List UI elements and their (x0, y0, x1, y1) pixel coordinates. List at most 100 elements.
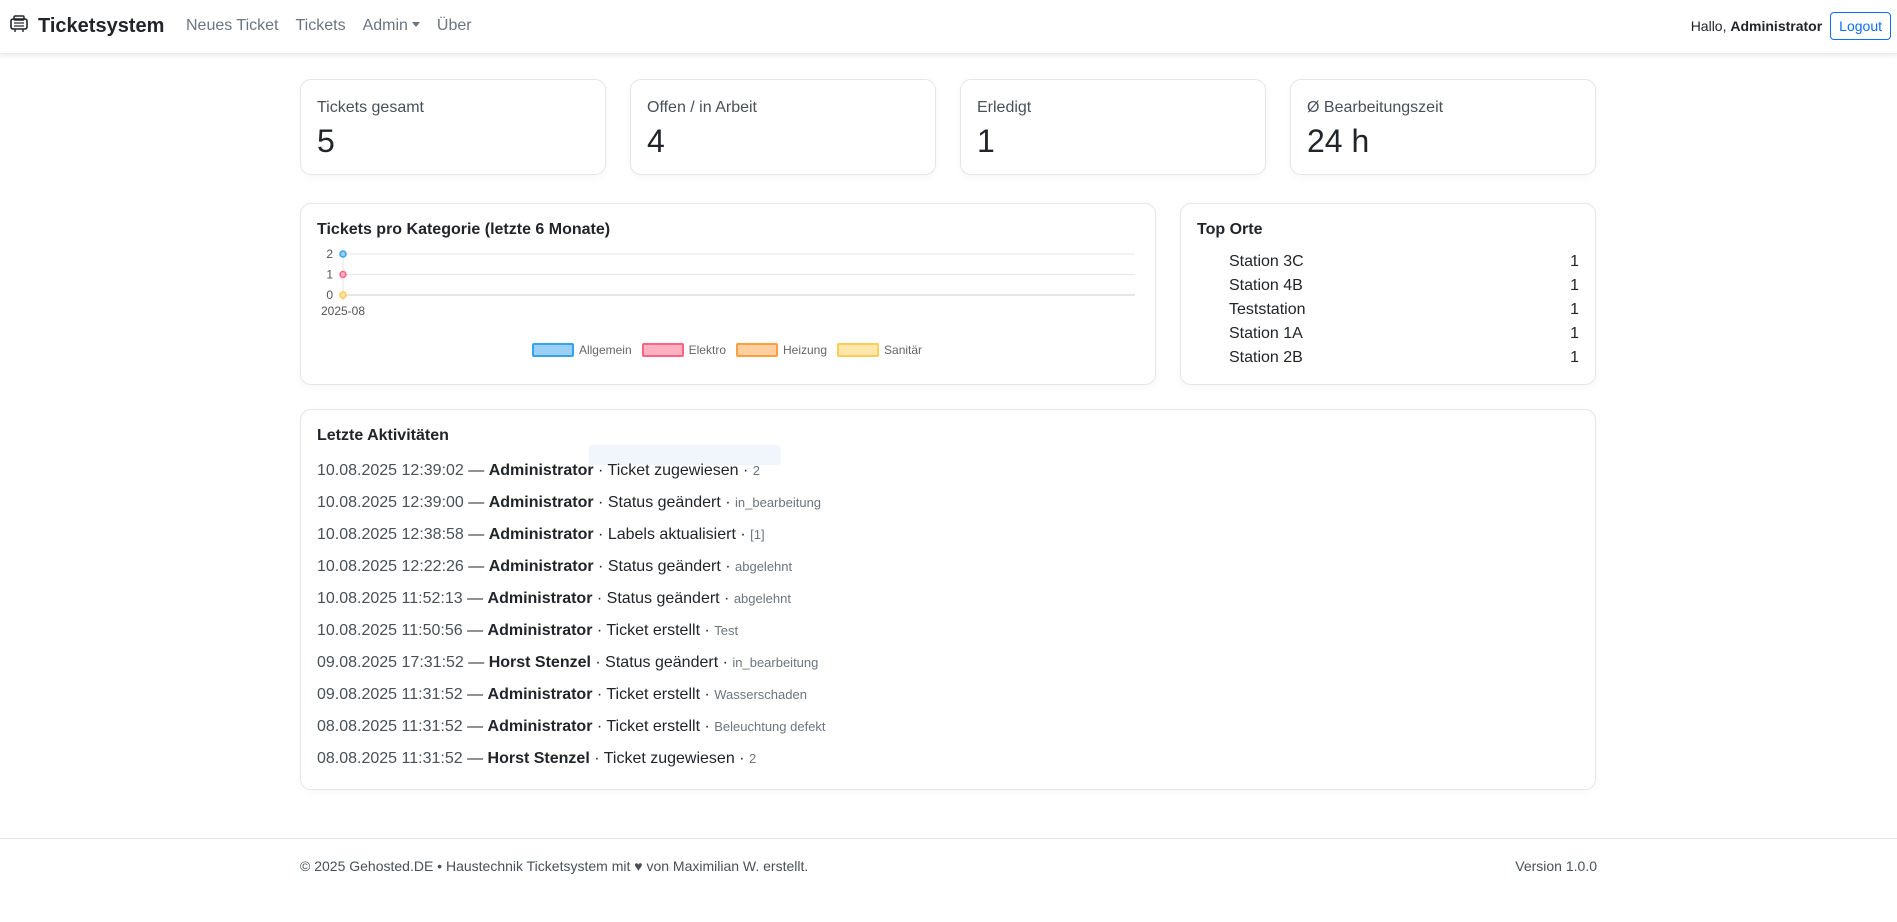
activity-row: 10.08.2025 11:52:13 — Administrator · St… (317, 583, 1579, 615)
activity-separator: · (718, 654, 733, 671)
activity-time: 09.08.2025 17:31:52 (317, 654, 464, 671)
brand[interactable]: Ticketsystem (8, 13, 164, 40)
stat-card-done: Erledigt 1 (960, 79, 1266, 175)
top-orte-count: 1 (1570, 253, 1579, 270)
activity-action: Ticket erstellt (606, 686, 701, 703)
activity-user: Administrator (487, 718, 593, 735)
top-orte-count: 1 (1570, 301, 1579, 318)
legend-item[interactable]: Sanitär (837, 343, 922, 357)
activity-user: Administrator (487, 622, 593, 639)
stat-value: 4 (647, 123, 665, 159)
footer-version: Version 1.0.0 (1515, 858, 1597, 874)
activity-user: Administrator (487, 590, 593, 607)
activity-separator: · (593, 558, 608, 575)
activity-action: Status geändert (607, 558, 721, 575)
activity-separator: — (463, 494, 489, 511)
activity-detail: 2 (752, 463, 761, 478)
activities-list: 10.08.2025 12:39:02 — Administrator · Ti… (317, 455, 1579, 775)
legend-label: Sanitär (884, 343, 923, 357)
activity-separator: — (462, 590, 488, 607)
activity-detail: [1] (750, 527, 765, 542)
activity-user: Administrator (488, 494, 594, 511)
chart-card: Tickets pro Kategorie (letzte 6 Monate) … (300, 203, 1156, 385)
x-tick-label: 2025-08 (321, 304, 365, 318)
top-orte-name: Station 3C (1229, 253, 1304, 270)
activity-separator: — (462, 750, 488, 767)
activity-user: Administrator (488, 462, 594, 479)
activity-time: 10.08.2025 11:50:56 (317, 622, 463, 639)
top-orte-item: Teststation 1 (1229, 298, 1579, 322)
activity-row: 10.08.2025 11:50:56 — Administrator · Ti… (317, 615, 1579, 647)
top-orte-item: Station 2B 1 (1229, 346, 1579, 370)
top-orte-count: 1 (1570, 325, 1579, 342)
chart-title: Tickets pro Kategorie (letzte 6 Monate) (317, 221, 611, 238)
stat-label: Erledigt (977, 99, 1032, 116)
logout-button[interactable]: Logout (1830, 12, 1891, 40)
nav-tickets[interactable]: Tickets (295, 17, 345, 35)
activity-separator: · (719, 590, 734, 607)
legend-swatch (837, 343, 880, 357)
brand-name: Ticketsystem (38, 15, 165, 37)
activity-separator: — (463, 558, 489, 575)
activities-card: Letzte Aktivitäten 10.08.2025 12:39:02 —… (300, 409, 1596, 790)
activity-action: Status geändert (606, 590, 720, 607)
activity-separator: · (700, 622, 715, 639)
activity-separator: · (592, 718, 607, 735)
activity-separator: · (592, 686, 607, 703)
nav-user-area: Hallo, Administrator Logout (1691, 12, 1891, 40)
stat-label: Ø Bearbeitungszeit (1307, 99, 1444, 116)
activity-detail: abgelehnt (735, 559, 793, 574)
y-tick-label: 2 (326, 247, 333, 261)
ticket-machine-icon (8, 13, 30, 40)
activity-time: 09.08.2025 11:31:52 (317, 686, 463, 703)
activity-separator: · (738, 462, 753, 479)
navbar: Ticketsystem Neues Ticket Tickets Admin … (0, 0, 1897, 54)
top-orte-name: Station 2B (1229, 349, 1303, 366)
stat-card-total: Tickets gesamt 5 (300, 79, 606, 175)
activity-action: Status geändert (607, 494, 721, 511)
activity-separator: · (720, 558, 736, 575)
category-chart: 0 1 2 2025-08 (321, 247, 1135, 318)
legend-item[interactable]: Heizung (736, 343, 827, 357)
legend-swatch (531, 343, 574, 357)
data-point-elektro (339, 270, 347, 279)
activity-row: 08.08.2025 11:31:52 — Administrator · Ti… (317, 711, 1579, 743)
activity-detail: Wasserschaden (714, 687, 807, 702)
activity-separator: — (463, 462, 489, 479)
activity-time: 10.08.2025 12:39:02 (317, 462, 464, 479)
top-orte-item: Station 1A 1 (1229, 322, 1579, 346)
activity-time: 08.08.2025 11:31:52 (317, 750, 463, 767)
activity-separator: · (700, 718, 715, 735)
activity-time: 10.08.2025 12:38:58 (317, 526, 464, 543)
nav-admin-dropdown[interactable]: Admin (363, 17, 420, 35)
activity-user: Horst Stenzel (488, 654, 591, 671)
nav-neues-ticket[interactable]: Neues Ticket (186, 17, 278, 35)
activity-time: 10.08.2025 11:52:13 (317, 590, 463, 607)
activity-row: 10.08.2025 12:22:26 — Administrator · St… (317, 551, 1579, 583)
activity-time: 10.08.2025 12:39:00 (317, 494, 464, 511)
legend-swatch (736, 343, 778, 357)
caret-down-icon (411, 22, 420, 27)
legend-item[interactable]: Allgemein (531, 343, 632, 357)
legend-label: Heizung (783, 343, 828, 357)
activity-action: Labels aktualisiert (607, 526, 736, 543)
activity-action: Ticket erstellt (606, 718, 701, 735)
activities-title: Letzte Aktivitäten (317, 427, 449, 444)
activity-separator: — (462, 622, 488, 639)
nav-ueber[interactable]: Über (437, 17, 472, 35)
activity-separator: · (734, 750, 749, 767)
activity-separator: — (463, 654, 489, 671)
chart-legend: Allgemein Elektro Heizung Sanitär (301, 343, 1155, 357)
activity-separator: · (589, 750, 604, 767)
stat-card-open: Offen / in Arbeit 4 (630, 79, 936, 175)
activity-action: Ticket erstellt (606, 622, 701, 639)
legend-item[interactable]: Elektro (641, 343, 726, 357)
activity-user: Administrator (488, 526, 594, 543)
activity-user: Horst Stenzel (487, 750, 590, 767)
stat-value: 1 (977, 123, 995, 159)
activity-separator: — (462, 718, 488, 735)
data-point-sanit-r (339, 291, 347, 299)
activity-action: Ticket zugewiesen (603, 750, 735, 767)
top-orte-title: Top Orte (1197, 221, 1263, 238)
activity-detail: in_bearbeitung (735, 495, 822, 510)
